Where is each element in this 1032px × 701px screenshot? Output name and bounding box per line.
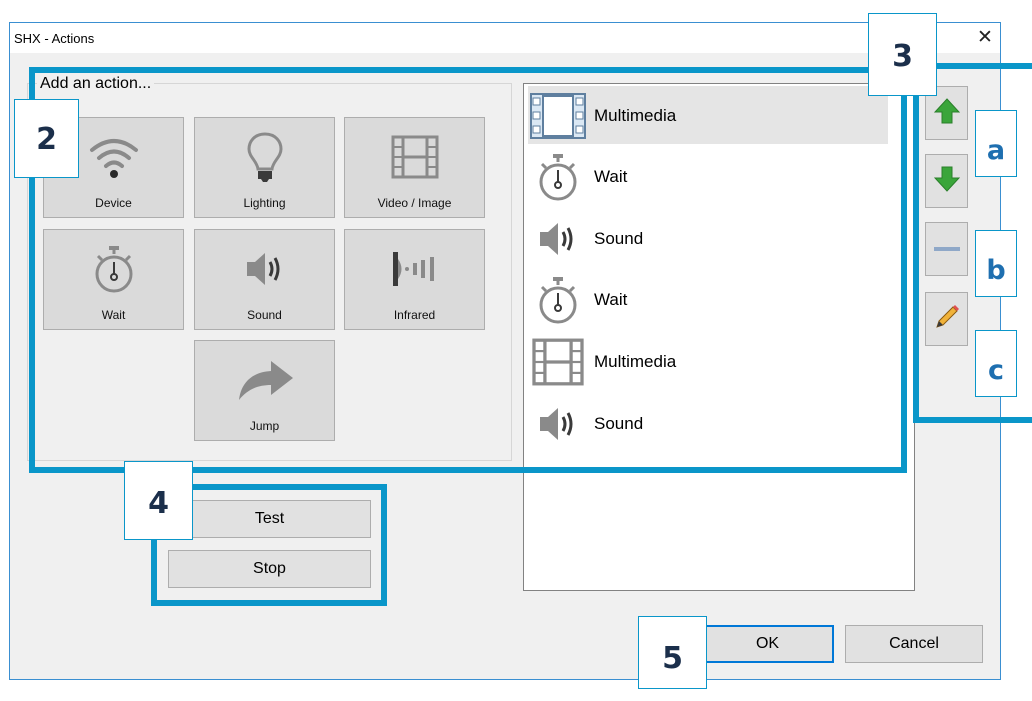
- close-button[interactable]: ✕: [972, 26, 998, 50]
- ok-button[interactable]: OK: [701, 625, 834, 663]
- callout-c: c: [975, 330, 1017, 397]
- callout-2: 2: [14, 99, 79, 178]
- window-title: SHX - Actions: [14, 31, 95, 46]
- callout-a: a: [975, 110, 1017, 177]
- title-bar[interactable]: SHX - Actions ✕: [10, 23, 1000, 53]
- highlight-frame-2: [29, 67, 907, 473]
- callout-4: 4: [124, 461, 193, 540]
- cancel-button[interactable]: Cancel: [845, 625, 983, 663]
- callout-5: 5: [638, 616, 707, 689]
- callout-3: 3: [868, 13, 937, 96]
- callout-b: b: [975, 230, 1017, 297]
